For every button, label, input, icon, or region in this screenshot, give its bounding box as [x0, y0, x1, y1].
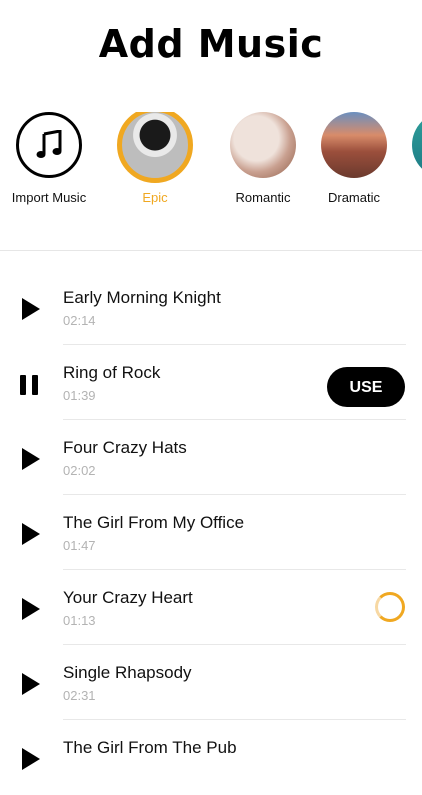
track-row[interactable]: Early Morning Knight 02:14 — [0, 270, 422, 345]
track-title: Single Rhapsody — [63, 663, 192, 682]
track-title: The Girl From The Pub — [63, 738, 237, 757]
category-epic[interactable]: Epic — [110, 112, 200, 205]
page-title: Add Music — [98, 22, 324, 66]
category-next[interactable]: C — [400, 112, 422, 205]
loading-spinner-icon — [375, 592, 405, 622]
section-divider — [0, 250, 422, 251]
category-import-music[interactable]: Import Music — [4, 112, 94, 205]
track-title: Ring of Rock — [63, 363, 161, 382]
track-duration: 02:14 — [63, 313, 96, 328]
track-row[interactable]: Ring of Rock 01:39 USE — [0, 345, 422, 420]
track-duration: 01:39 — [63, 388, 96, 403]
track-duration: 01:47 — [63, 538, 96, 553]
import-music-button[interactable] — [16, 112, 82, 178]
category-label: Import Music — [11, 190, 87, 205]
track-title: Four Crazy Hats — [63, 438, 187, 457]
track-title: The Girl From My Office — [63, 513, 245, 532]
track-title: Your Crazy Heart — [63, 588, 193, 607]
category-romantic[interactable]: Romantic — [218, 112, 308, 205]
track-duration: 02:31 — [63, 688, 96, 703]
track-list: Early Morning Knight 02:14 Ring of Rock … — [0, 270, 422, 795]
track-row[interactable]: The Girl From My Office 01:47 — [0, 495, 422, 570]
play-icon[interactable] — [22, 598, 40, 620]
category-label: Romantic — [235, 190, 291, 205]
track-row[interactable]: The Girl From The Pub — [0, 720, 422, 795]
category-carousel[interactable]: Import Music Epic Romantic Dramatic C — [0, 112, 422, 217]
track-duration: 02:02 — [63, 463, 96, 478]
category-label: Dramatic — [327, 190, 380, 205]
play-icon[interactable] — [22, 448, 40, 470]
track-title: Early Morning Knight — [63, 288, 221, 307]
track-row[interactable]: Four Crazy Hats 02:02 — [0, 420, 422, 495]
category-label: Epic — [142, 190, 168, 205]
category-dramatic-thumbnail[interactable] — [321, 112, 387, 178]
pause-icon[interactable] — [20, 375, 38, 395]
category-romantic-thumbnail[interactable] — [230, 112, 296, 178]
category-epic-thumbnail[interactable] — [117, 112, 193, 183]
category-next-thumbnail[interactable] — [412, 112, 422, 178]
track-row[interactable]: Single Rhapsody 02:31 — [0, 645, 422, 720]
play-icon[interactable] — [22, 748, 40, 770]
use-button[interactable]: USE — [327, 367, 405, 407]
music-note-icon — [36, 130, 62, 158]
category-label: C — [400, 190, 422, 205]
play-icon[interactable] — [22, 673, 40, 695]
track-duration: 01:13 — [63, 613, 96, 628]
play-icon[interactable] — [22, 298, 40, 320]
category-dramatic[interactable]: Dramatic — [309, 112, 399, 205]
play-icon[interactable] — [22, 523, 40, 545]
track-row[interactable]: Your Crazy Heart 01:13 — [0, 570, 422, 645]
